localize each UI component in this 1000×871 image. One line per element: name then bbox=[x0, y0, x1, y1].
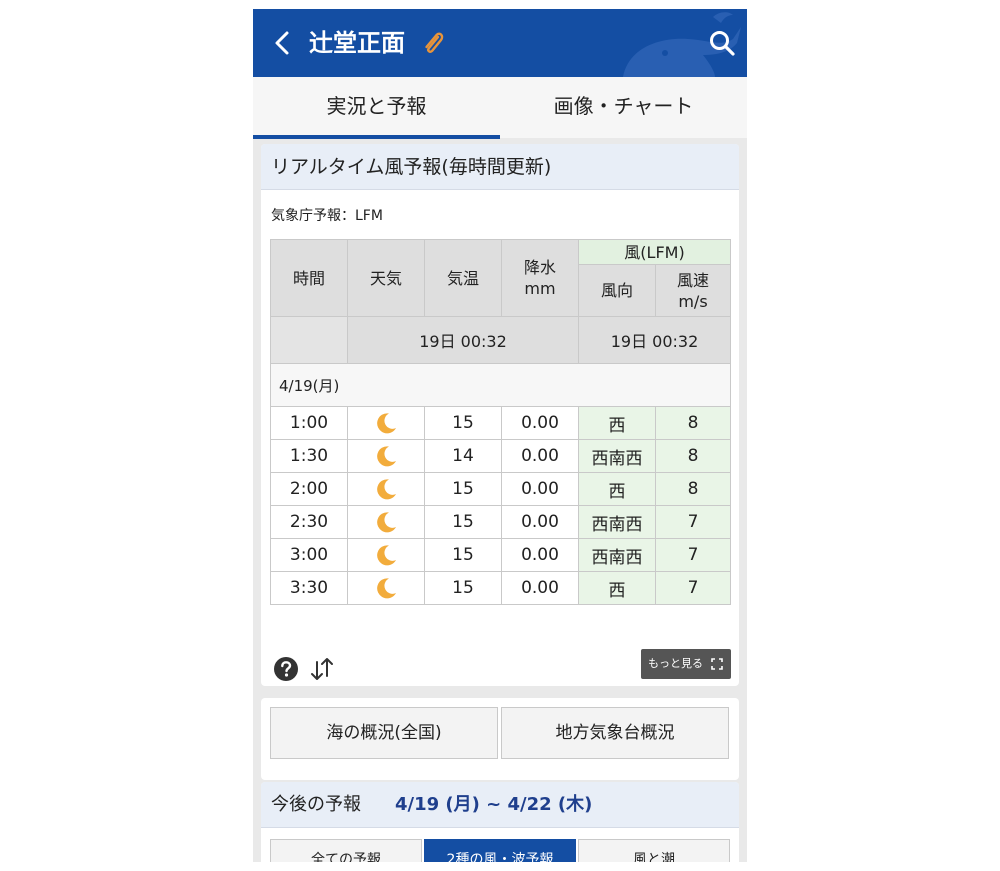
row-wind-dir: 西南西 bbox=[578, 439, 656, 473]
col-header-temp: 気温 bbox=[424, 239, 502, 317]
overview-links-card: 海の概況(全国) 地方気象台概況 bbox=[261, 698, 739, 780]
row-weather bbox=[347, 472, 425, 506]
row-weather bbox=[347, 439, 425, 473]
show-more-button[interactable]: もっと見る bbox=[641, 649, 731, 679]
upcoming-forecast-range: 4/19 (月) ~ 4/22 (木) bbox=[395, 794, 593, 815]
local-observatory-button[interactable]: 地方気象台概況 bbox=[501, 707, 729, 759]
tab-images-charts[interactable]: 画像・チャート bbox=[500, 77, 747, 138]
row-precip: 0.00 bbox=[501, 439, 579, 473]
row-wind-dir: 西 bbox=[578, 571, 656, 605]
forecast-row: 1:30 14 0.00 西南西 8 bbox=[270, 439, 732, 473]
row-time: 3:00 bbox=[270, 538, 348, 572]
forecast-tab-all[interactable]: 全ての予報 bbox=[270, 839, 422, 862]
row-time: 2:00 bbox=[270, 472, 348, 506]
update-time-right: 19日 00:32 bbox=[577, 316, 732, 364]
row-temp: 14 bbox=[424, 439, 502, 473]
col-header-wind-speed: 風速 m/s bbox=[654, 264, 732, 317]
upcoming-forecast-header: 今後の予報 4/19 (月) ~ 4/22 (木) bbox=[261, 782, 739, 828]
col-header-precip: 降水 mm bbox=[501, 239, 579, 317]
forecast-table: 時間 天気 気温 降水 mm 風(LFM) 風向 風速 m/s 19日 00:3… bbox=[269, 239, 732, 605]
row-precip: 0.00 bbox=[501, 406, 579, 440]
active-tab-indicator bbox=[253, 135, 500, 139]
sort-arrows-icon[interactable] bbox=[307, 654, 337, 684]
moon-icon bbox=[377, 413, 396, 434]
col-header-wind-group: 風(LFM) bbox=[577, 239, 732, 265]
forecast-row: 3:00 15 0.00 西南西 7 bbox=[270, 538, 732, 572]
row-precip: 0.00 bbox=[501, 571, 579, 605]
app-header: 辻堂正面 bbox=[253, 9, 747, 77]
table-fade bbox=[270, 614, 732, 634]
moon-icon bbox=[377, 578, 396, 599]
row-time: 1:00 bbox=[270, 406, 348, 440]
row-wind-dir: 西 bbox=[578, 406, 656, 440]
row-wind-speed: 8 bbox=[654, 439, 732, 473]
col-header-wind-dir: 風向 bbox=[578, 264, 656, 317]
row-weather bbox=[347, 571, 425, 605]
row-wind-dir: 西南西 bbox=[578, 505, 656, 539]
help-icon[interactable] bbox=[273, 656, 299, 682]
row-precip: 0.00 bbox=[501, 538, 579, 572]
row-time: 1:30 bbox=[270, 439, 348, 473]
row-weather bbox=[347, 406, 425, 440]
realtime-wind-card: リアルタイム風予報(毎時間更新) 気象庁予報：LFM 時間 天気 気温 降水 m… bbox=[261, 144, 739, 686]
row-time: 3:30 bbox=[270, 571, 348, 605]
row-temp: 15 bbox=[424, 538, 502, 572]
moon-icon bbox=[377, 512, 396, 533]
upcoming-forecast-card: 今後の予報 4/19 (月) ~ 4/22 (木) 全ての予報 2種の風・波予報… bbox=[261, 782, 739, 862]
row-weather bbox=[347, 538, 425, 572]
forecast-row: 2:30 15 0.00 西南西 7 bbox=[270, 505, 732, 539]
forecast-tab-wind-wave[interactable]: 2種の風・波予報 bbox=[424, 839, 576, 862]
forecast-row: 1:00 15 0.00 西 8 bbox=[270, 406, 732, 440]
sea-overview-button[interactable]: 海の概況(全国) bbox=[270, 707, 498, 759]
paperclip-icon[interactable] bbox=[421, 29, 445, 57]
update-blank-cell bbox=[270, 316, 348, 364]
realtime-card-header: リアルタイム風予報(毎時間更新) bbox=[261, 144, 739, 190]
row-wind-speed: 8 bbox=[654, 472, 732, 506]
update-time-left: 19日 00:32 bbox=[347, 316, 579, 364]
show-more-label: もっと見る bbox=[648, 657, 703, 670]
row-wind-speed: 8 bbox=[654, 406, 732, 440]
forecast-source: 気象庁予報：LFM bbox=[271, 208, 383, 224]
realtime-card-title: リアルタイム風予報(毎時間更新) bbox=[271, 156, 552, 178]
back-arrow-icon[interactable] bbox=[267, 27, 299, 59]
row-wind-dir: 西 bbox=[578, 472, 656, 506]
row-time: 2:30 bbox=[270, 505, 348, 539]
forecast-row: 2:00 15 0.00 西 8 bbox=[270, 472, 732, 506]
col-header-weather: 天気 bbox=[347, 239, 425, 317]
forecast-row: 3:30 15 0.00 西 7 bbox=[270, 571, 732, 605]
moon-icon bbox=[377, 446, 396, 467]
row-temp: 15 bbox=[424, 505, 502, 539]
upcoming-forecast-title: 今後の予報 bbox=[271, 794, 361, 815]
moon-icon bbox=[377, 479, 396, 500]
moon-icon bbox=[377, 545, 396, 566]
page-title: 辻堂正面 bbox=[309, 29, 405, 57]
row-temp: 15 bbox=[424, 472, 502, 506]
expand-icon bbox=[711, 658, 723, 670]
row-wind-speed: 7 bbox=[654, 538, 732, 572]
col-header-time: 時間 bbox=[270, 239, 348, 317]
row-wind-speed: 7 bbox=[654, 505, 732, 539]
app-screen: 辻堂正面 実況と予報 画像・チャート リアルタイム風予報(毎時間更新) 気象庁予… bbox=[253, 9, 747, 862]
row-precip: 0.00 bbox=[501, 505, 579, 539]
search-icon[interactable] bbox=[708, 29, 736, 57]
row-wind-speed: 7 bbox=[654, 571, 732, 605]
forecast-tab-wind-tide[interactable]: 風と潮 bbox=[578, 839, 730, 862]
date-row-label: 4/19(月) bbox=[269, 363, 732, 407]
row-temp: 15 bbox=[424, 571, 502, 605]
row-wind-dir: 西南西 bbox=[578, 538, 656, 572]
tab-observation-forecast[interactable]: 実況と予報 bbox=[253, 77, 500, 138]
row-temp: 15 bbox=[424, 406, 502, 440]
row-weather bbox=[347, 505, 425, 539]
row-precip: 0.00 bbox=[501, 472, 579, 506]
main-tabs: 実況と予報 画像・チャート bbox=[253, 77, 747, 139]
